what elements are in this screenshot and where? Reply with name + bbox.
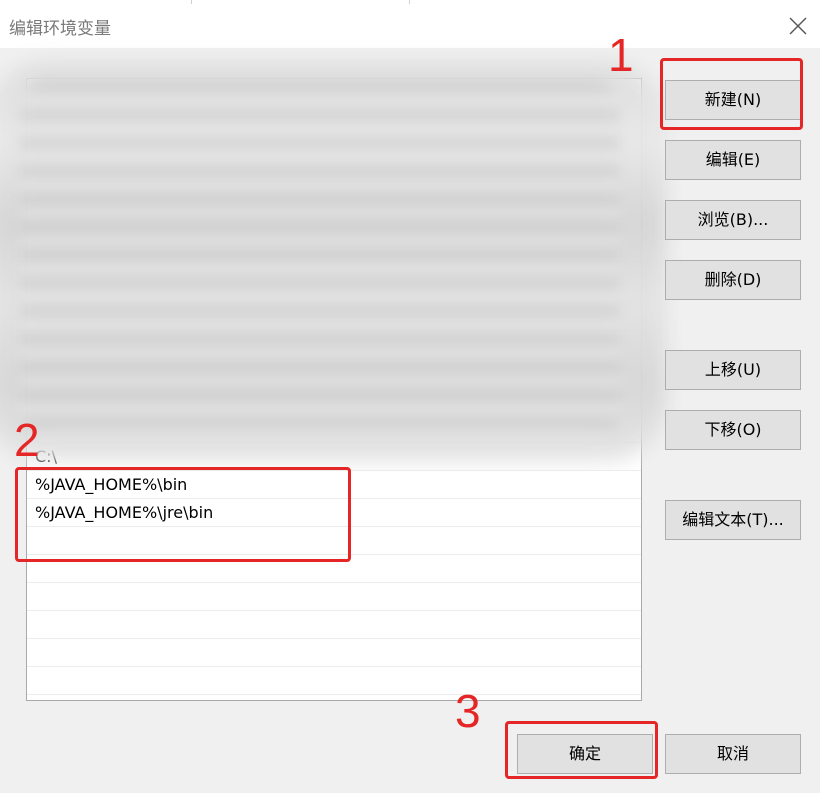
list-item[interactable]	[27, 191, 641, 219]
step-marker-1: 1	[608, 29, 634, 81]
list-item[interactable]: C:\	[27, 443, 641, 471]
close-icon	[789, 17, 807, 35]
move-up-button[interactable]: 上移(U)	[665, 350, 801, 390]
new-button[interactable]: 新建(N)	[665, 80, 801, 120]
path-text: %JAVA_HOME%\bin	[35, 475, 188, 494]
list-item[interactable]	[27, 247, 641, 275]
list-item[interactable]	[27, 331, 641, 359]
title-bar: 编辑环境变量	[0, 4, 820, 48]
list-item[interactable]: %JAVA_HOME%\jre\bin	[27, 499, 641, 527]
list-item[interactable]	[27, 359, 641, 387]
list-item[interactable]: %JAVA_HOME%\bin	[27, 471, 641, 499]
dialog-title: 编辑环境变量	[9, 19, 111, 39]
list-item[interactable]	[27, 583, 641, 611]
ok-button[interactable]: 确定	[517, 734, 653, 774]
move-down-button[interactable]: 下移(O)	[665, 410, 801, 450]
list-item[interactable]	[27, 527, 641, 555]
close-button[interactable]	[784, 12, 812, 40]
list-item[interactable]	[27, 107, 641, 135]
edit-button[interactable]: 编辑(E)	[665, 140, 801, 180]
step-marker-2: 2	[14, 414, 40, 466]
list-item[interactable]	[27, 639, 641, 667]
browse-button[interactable]: 浏览(B)...	[665, 200, 801, 240]
list-item[interactable]	[27, 135, 641, 163]
list-item[interactable]	[27, 555, 641, 583]
path-list[interactable]: C:\ %JAVA_HOME%\bin %JAVA_HOME%\jre\bin	[26, 78, 642, 701]
list-item[interactable]	[27, 415, 641, 443]
list-item[interactable]	[27, 387, 641, 415]
list-item[interactable]	[27, 275, 641, 303]
cancel-button[interactable]: 取消	[665, 734, 801, 774]
delete-button[interactable]: 删除(D)	[665, 260, 801, 300]
list-item[interactable]	[27, 611, 641, 639]
step-marker-3: 3	[455, 685, 481, 737]
list-item[interactable]	[27, 163, 641, 191]
edit-text-button[interactable]: 编辑文本(T)...	[665, 500, 801, 540]
list-item[interactable]	[27, 79, 641, 107]
list-item[interactable]	[27, 219, 641, 247]
list-item[interactable]	[27, 667, 641, 695]
list-item[interactable]	[27, 303, 641, 331]
path-text: %JAVA_HOME%\jre\bin	[35, 503, 214, 522]
